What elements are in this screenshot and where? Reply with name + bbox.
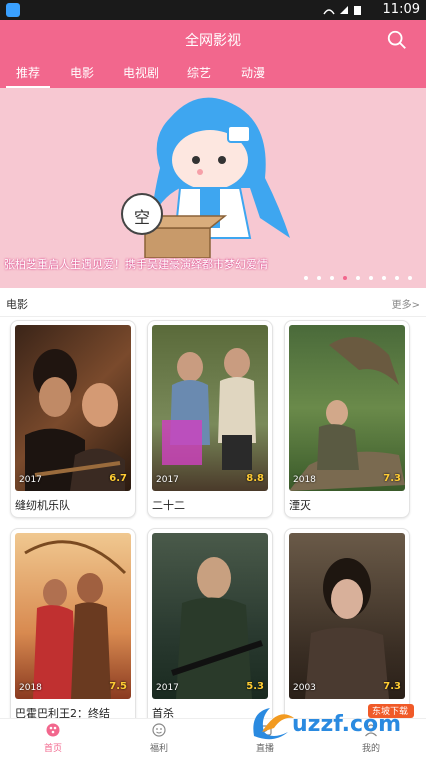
nav-welfare[interactable]: 福利 [106, 719, 212, 759]
movie-title: 缝纫机乐队 [15, 499, 70, 512]
signal-battery-icons [323, 6, 361, 15]
movie-card[interactable]: 2017 6.7 缝纫机乐队 [10, 320, 136, 518]
carousel-dot[interactable] [382, 276, 386, 280]
movie-card[interactable]: 2003 7.3 [284, 528, 410, 726]
poster-image [162, 348, 256, 470]
movie-score: 8.8 [246, 473, 264, 484]
movie-card[interactable]: 2017 5.3 首杀 [147, 528, 273, 726]
app-notification-icon [6, 3, 20, 17]
carousel-dot[interactable] [369, 276, 373, 280]
movie-score: 7.5 [109, 681, 127, 692]
carousel-dot[interactable] [317, 276, 321, 280]
app-header: 全网影视 推荐 电影 电视剧 综艺 动漫 [0, 20, 426, 89]
nav-home[interactable]: 首页 [0, 719, 106, 759]
movie-year: 2018 [293, 475, 316, 485]
movie-score: 7.3 [383, 681, 401, 692]
home-icon [46, 723, 60, 737]
tab-recommend[interactable]: 推荐 [5, 64, 51, 89]
movie-card[interactable]: 2018 7.5 巴霍巴利王2：终结 [10, 528, 136, 726]
movie-year: 2017 [156, 683, 179, 693]
movie-poster [289, 325, 405, 491]
banner-caption: 张柏芝重启人生遇见爱！携手吴建豪演绎都市梦幻爱情 [4, 258, 268, 271]
movie-score: 6.7 [109, 473, 127, 484]
carousel-dot[interactable] [330, 276, 334, 280]
movie-score: 5.3 [246, 681, 264, 692]
poster-image [24, 540, 127, 699]
movie-poster [15, 533, 131, 699]
movie-card[interactable]: 2018 7.3 湮灭 [284, 320, 410, 518]
movie-title: 二十二 [152, 499, 185, 512]
movie-poster [152, 325, 268, 491]
tab-movies[interactable]: 电影 [70, 64, 94, 88]
movie-card[interactable]: 2017 8.8 二十二 [147, 320, 273, 518]
poster-image [171, 557, 263, 699]
status-time: 11:09 [382, 2, 420, 17]
placeholder-mascot-image [121, 97, 290, 258]
carousel-dots [304, 276, 412, 280]
banner-carousel[interactable]: 空 张柏芝重启人生遇见爱！携手吴建豪演绎都市梦幻爱情 [0, 88, 426, 288]
more-link[interactable]: 更多> [392, 296, 420, 311]
movie-title: 湮灭 [289, 499, 311, 512]
search-icon[interactable] [386, 29, 408, 51]
category-tabs: 推荐 电影 电视剧 综艺 动漫 [0, 64, 426, 89]
nav-label: 我的 [361, 744, 380, 754]
section-title: 电影 [6, 298, 28, 311]
site-watermark: uzzf.com 东坡下载 [248, 702, 418, 742]
carousel-dot[interactable] [356, 276, 360, 280]
carousel-dot[interactable] [304, 276, 308, 280]
watermark-badge: 东坡下载 [372, 707, 409, 717]
movie-year: 2017 [156, 475, 179, 485]
nav-label: 福利 [149, 744, 168, 754]
poster-image [25, 349, 125, 491]
poster-image [289, 337, 405, 491]
movie-year: 2017 [19, 475, 42, 485]
nav-label: 直播 [255, 744, 274, 754]
gift-icon [152, 723, 166, 737]
carousel-dot[interactable] [408, 276, 412, 280]
movie-score: 7.3 [383, 473, 401, 484]
poster-image [305, 558, 389, 699]
movie-year: 2018 [19, 683, 42, 693]
movie-poster [289, 533, 405, 699]
movie-poster [15, 325, 131, 491]
placeholder-bubble-text: 空 [134, 208, 151, 227]
tab-anime[interactable]: 动漫 [241, 64, 265, 88]
tab-tv[interactable]: 电视剧 [123, 64, 159, 88]
tab-variety[interactable]: 综艺 [187, 64, 211, 88]
status-bar: 11:09 [0, 0, 426, 20]
movie-year: 2003 [293, 683, 316, 693]
section-header: 电影 更多> [0, 290, 426, 317]
carousel-dot-active[interactable] [343, 276, 347, 280]
carousel-dot[interactable] [395, 276, 399, 280]
nav-label: 首页 [43, 744, 62, 754]
movie-poster [152, 533, 268, 699]
page-title: 全网影视 [185, 33, 241, 49]
